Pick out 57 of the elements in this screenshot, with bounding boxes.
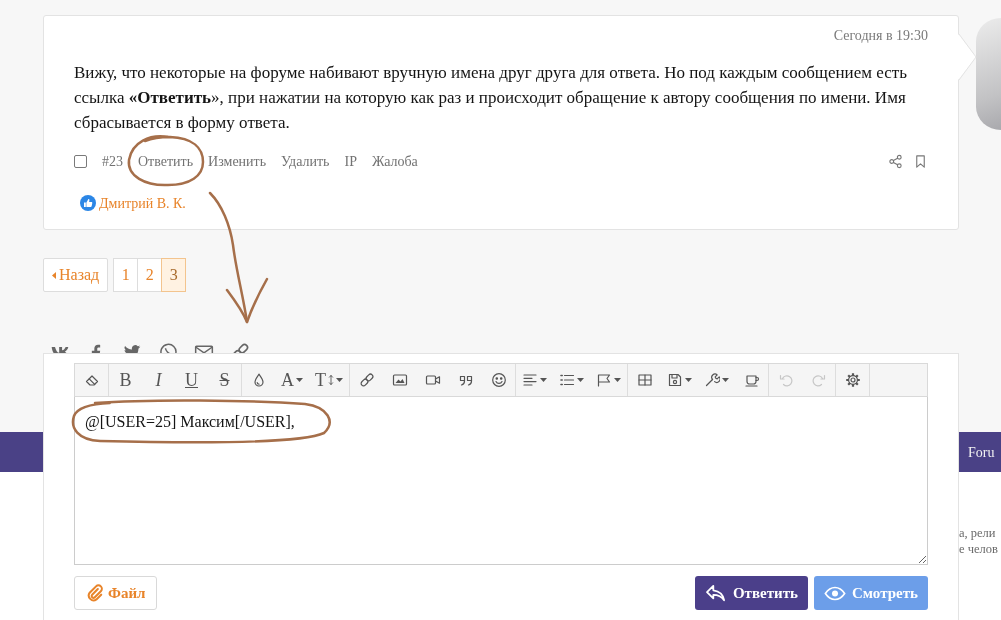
flag-icon	[596, 372, 612, 388]
caret-icon	[577, 378, 584, 382]
caret-icon	[336, 378, 343, 382]
wrench-icon	[704, 372, 720, 388]
underline-button[interactable]: U	[175, 364, 208, 396]
list-icon	[559, 372, 575, 388]
caret-icon	[722, 378, 729, 382]
settings-icon	[844, 372, 861, 388]
font-size-button[interactable]: T	[309, 364, 349, 396]
redo-icon	[810, 372, 827, 388]
caret-left-icon	[52, 271, 56, 279]
video-camera-icon	[424, 372, 441, 388]
reply-arrow-icon	[704, 584, 727, 602]
action-link[interactable]: Ответить	[138, 150, 194, 172]
select-checkbox[interactable]	[74, 154, 87, 168]
page-number-link[interactable]: 2	[137, 258, 163, 292]
reply-button[interactable]: Ответить	[694, 576, 808, 610]
caret-icon	[614, 378, 621, 382]
caret-icon	[540, 378, 547, 382]
paperclip-icon	[86, 584, 104, 602]
link-icon	[358, 372, 375, 388]
share-icon[interactable]	[888, 153, 903, 169]
whatsapp-icon[interactable]	[158, 342, 178, 353]
align-left-icon	[522, 372, 538, 388]
post-number-link[interactable]: #23	[102, 150, 123, 172]
bold-button[interactable]: B	[109, 364, 142, 396]
action-link[interactable]: Удалить	[281, 150, 330, 172]
cut-off-text: а, рели е челов	[959, 525, 999, 557]
action-link[interactable]: Жалоба	[371, 150, 418, 172]
eye-icon	[824, 585, 846, 601]
message-field[interactable]: @[USER=25] Максим[/USER],	[74, 397, 928, 565]
caret-icon	[296, 378, 303, 382]
twitter-bird-icon[interactable]	[122, 342, 142, 353]
page-number-link[interactable]: 3	[161, 258, 187, 292]
table-icon	[636, 372, 653, 388]
post-time: Сегодня в 19:30	[832, 27, 928, 45]
updown-arrow-icon	[328, 373, 334, 387]
preview-button[interactable]: Смотреть	[814, 576, 928, 610]
post-text: Вижу, что некоторые на форуме набивают вручную имена друг друга для ответа. Но под каждым сообщением есть ссылка «Ответить», при нажатии на которую как раз и происходит обращение к автору сообщения по имени. Имя сбрасывается в форму ответа.	[74, 62, 908, 134]
cup-icon	[743, 372, 760, 388]
nav-link[interactable]: Foru	[968, 441, 995, 463]
mail-icon[interactable]	[194, 342, 214, 353]
image-icon	[391, 372, 408, 388]
italic-button[interactable]: I	[142, 364, 175, 396]
liker-link[interactable]: Дмитрий В. К.	[99, 192, 186, 214]
previous-page-link[interactable]: Назад	[43, 258, 109, 292]
page-number-link[interactable]: 1	[113, 258, 139, 292]
undo-icon	[777, 372, 794, 388]
font-button[interactable]: A	[275, 364, 309, 396]
smiley-icon	[490, 372, 507, 388]
action-link[interactable]: IP	[344, 150, 357, 172]
attach-file-button[interactable]: Файл	[74, 576, 158, 610]
strikethrough-button[interactable]: S	[208, 364, 241, 396]
action-link[interactable]: Изменить	[208, 150, 267, 172]
like-icon	[80, 195, 96, 211]
caret-icon	[685, 378, 692, 382]
bookmark-icon[interactable]	[913, 153, 928, 169]
